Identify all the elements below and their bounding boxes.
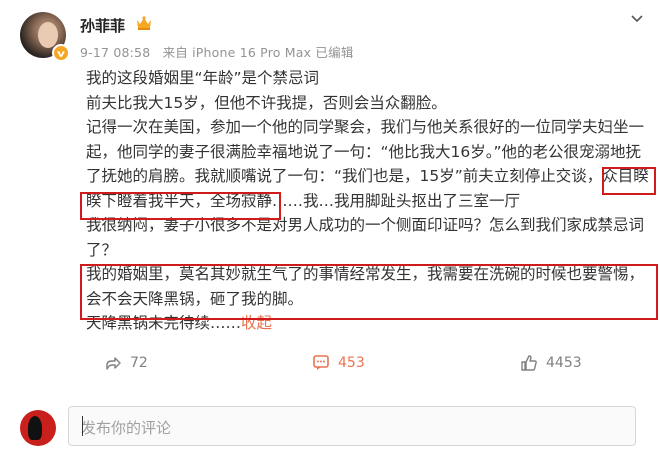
comment-button[interactable]: 453 bbox=[312, 354, 365, 372]
crown-icon bbox=[137, 16, 151, 30]
share-count: 72 bbox=[130, 355, 148, 371]
post-line: 记得一次在美国，参加一个他的同学聚会，我们与他关系很好的一位同学夫妇坐一 bbox=[86, 118, 645, 136]
edited-label: 已编辑 bbox=[315, 45, 354, 60]
post-line: 了抚她的肩膀。我就顺嘴说了一句：“我们也是，15岁”前夫立刻停止交谈，众目睽 bbox=[86, 167, 649, 185]
action-bar: 72 453 4453 bbox=[0, 354, 660, 380]
comment-input[interactable]: 发布你的评论 bbox=[68, 406, 636, 446]
chevron-down-icon[interactable] bbox=[630, 12, 644, 26]
post-source: 来自 iPhone 16 Pro Max bbox=[162, 45, 312, 60]
text-caret bbox=[82, 416, 83, 436]
post-line: 了？ bbox=[86, 240, 118, 259]
comment-count: 453 bbox=[338, 355, 365, 371]
comment-composer: 发布你的评论 bbox=[0, 402, 660, 450]
post-line-last: 天降黑锅未完待续……收起 bbox=[86, 311, 658, 336]
post-line: 我很纳闷，妻子小很多不是对男人成功的一个侧面印证吗？怎么到我们家成禁忌词 bbox=[86, 216, 645, 234]
current-user-avatar bbox=[20, 410, 56, 446]
post-line: 我的婚姻里，莫名其妙就生气了的事情经常发生，我需要在洗碗的时候也要警惕， bbox=[86, 265, 645, 283]
like-button[interactable]: 4453 bbox=[520, 354, 582, 372]
thumbs-up-icon bbox=[521, 355, 537, 371]
post-line: 睽下瞪着我半天，全场寂静……我…我用脚趾头抠出了三室一厅 bbox=[86, 191, 521, 210]
share-button[interactable]: 72 bbox=[104, 354, 148, 372]
post-line: 天降黑锅未完待续…… bbox=[86, 314, 242, 332]
post-time: 9-17 08:58 bbox=[80, 45, 151, 60]
like-count: 4453 bbox=[546, 355, 582, 371]
post-line: 我的这段婚姻里“年龄”是个禁忌词 bbox=[86, 69, 320, 87]
share-icon bbox=[106, 357, 121, 370]
comment-icon bbox=[313, 355, 329, 370]
collapse-link[interactable]: 收起 bbox=[241, 314, 272, 332]
author-name[interactable]: 孙菲菲 bbox=[80, 15, 125, 36]
post-line: 前夫比我大15岁，但他不许我提，否则会当众翻脸。 bbox=[86, 93, 447, 112]
post-meta: 9-17 08:58 来自 iPhone 16 Pro Max 已编辑 bbox=[80, 42, 354, 61]
post-line: 起，他同学的妻子很满脸幸福地说了一句：“他比我大16岁。”他的老公很宠溺地抚 bbox=[86, 142, 642, 161]
verified-badge-icon bbox=[52, 44, 70, 62]
post-line: 会不会天降黑锅，砸了我的脚。 bbox=[86, 289, 304, 308]
post-body: 我的这段婚姻里“年龄”是个禁忌词 前夫比我大15岁，但他不许我提，否则会当众翻脸… bbox=[86, 66, 658, 336]
